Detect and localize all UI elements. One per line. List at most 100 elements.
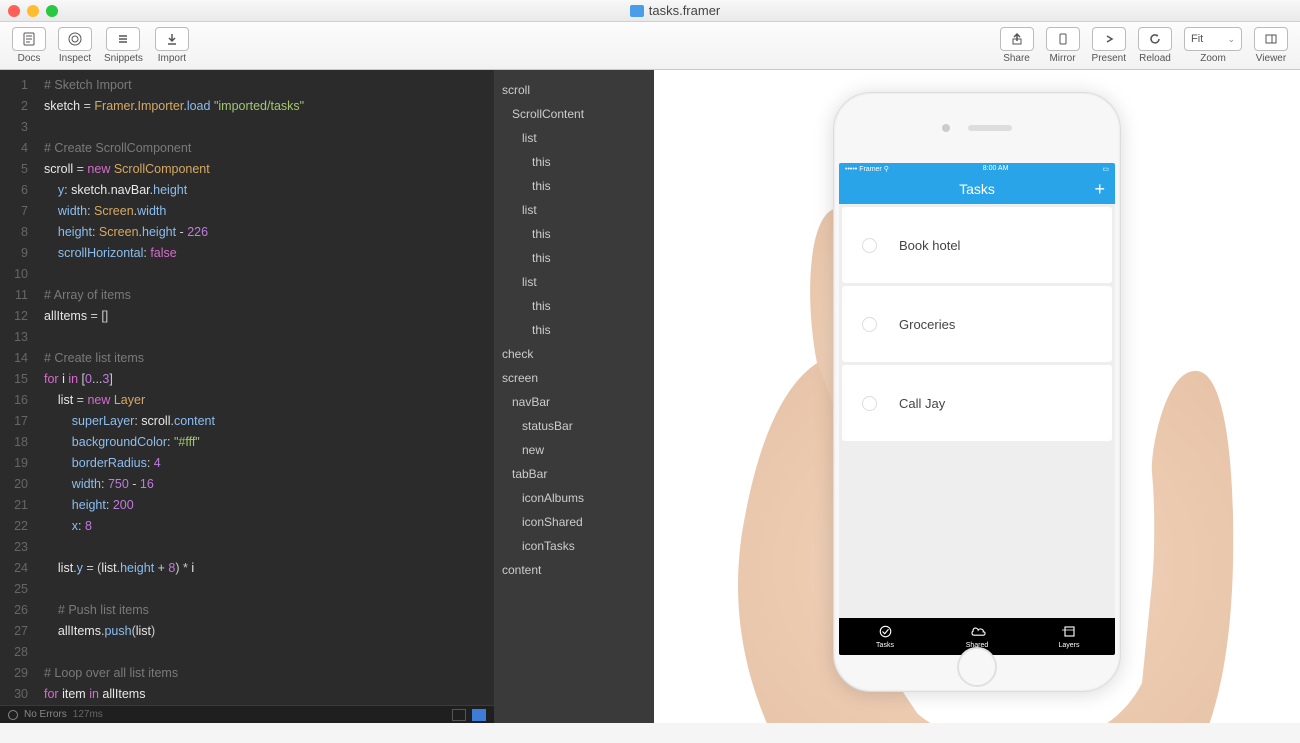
task-title: Book hotel <box>899 238 960 253</box>
layer-item[interactable]: this <box>494 174 654 198</box>
code-line[interactable]: height: Screen.height - 226 <box>44 222 494 243</box>
code-editor[interactable]: 1234567891011121314151617181920212223242… <box>0 70 494 723</box>
layer-item[interactable]: iconShared <box>494 510 654 534</box>
code-line[interactable]: # Array of items <box>44 285 494 306</box>
code-line[interactable] <box>44 264 494 285</box>
chevron-down-icon: ⌄ <box>1227 34 1235 45</box>
code-line[interactable]: scrollHorizontal: false <box>44 243 494 264</box>
inspect-button[interactable]: Inspect <box>58 27 92 64</box>
code-line[interactable]: for item in allItems <box>44 684 494 705</box>
code-line[interactable] <box>44 117 494 138</box>
line-number: 3 <box>0 117 28 138</box>
layer-item[interactable]: this <box>494 222 654 246</box>
layer-panel[interactable]: scrollScrollContentlistthisthislistthist… <box>494 70 654 723</box>
close-window-button[interactable] <box>8 5 20 17</box>
code-line[interactable]: allItems.push(list) <box>44 621 494 642</box>
code-line[interactable] <box>44 579 494 600</box>
toolbar-label: Docs <box>18 53 41 64</box>
layer-item[interactable]: this <box>494 294 654 318</box>
layer-item[interactable]: navBar <box>494 390 654 414</box>
tab-tasks[interactable]: Tasks <box>839 618 931 655</box>
code-line[interactable]: width: Screen.width <box>44 201 494 222</box>
layer-item[interactable]: iconTasks <box>494 534 654 558</box>
layer-item[interactable]: screen <box>494 366 654 390</box>
phone-statusbar: ••••• Framer ⚲ 8:00 AM ▭ <box>839 163 1115 174</box>
home-button[interactable] <box>957 647 997 687</box>
snippets-button[interactable]: Snippets <box>104 27 143 64</box>
task-card[interactable]: Call Jay <box>842 365 1112 441</box>
layer-item[interactable]: list <box>494 198 654 222</box>
code-line[interactable]: backgroundColor: "#fff" <box>44 432 494 453</box>
layer-item[interactable]: new <box>494 438 654 462</box>
code-line[interactable]: y: sketch.navBar.height <box>44 180 494 201</box>
zoom-button[interactable]: Fit⌄Zoom <box>1184 27 1242 64</box>
tab-label: Layers <box>1058 642 1079 649</box>
task-card[interactable]: Groceries <box>842 286 1112 362</box>
layer-item[interactable]: this <box>494 246 654 270</box>
import-icon <box>155 27 189 51</box>
phone-screen[interactable]: ••••• Framer ⚲ 8:00 AM ▭ Tasks + Book ho… <box>839 163 1115 655</box>
status-ok-icon <box>8 710 18 720</box>
line-number: 1 <box>0 75 28 96</box>
toolbar-label: Reload <box>1139 53 1171 64</box>
tasks-icon <box>877 624 894 639</box>
task-checkbox[interactable] <box>862 317 877 332</box>
reload-button[interactable]: Reload <box>1138 27 1172 64</box>
carrier: ••••• Framer ⚲ <box>845 165 889 173</box>
line-number: 26 <box>0 600 28 621</box>
layer-item[interactable]: tabBar <box>494 462 654 486</box>
toolbar-label: Share <box>1003 53 1030 64</box>
layer-item[interactable]: statusBar <box>494 414 654 438</box>
import-button[interactable]: Import <box>155 27 189 64</box>
docs-button[interactable]: Docs <box>12 27 46 64</box>
mirror-button[interactable]: Mirror <box>1046 27 1080 64</box>
code-line[interactable]: scroll = new ScrollComponent <box>44 159 494 180</box>
code-line[interactable]: allItems = [] <box>44 306 494 327</box>
share-button[interactable]: Share <box>1000 27 1034 64</box>
viewer-button[interactable]: Viewer <box>1254 27 1288 64</box>
code-line[interactable]: superLayer: scroll.content <box>44 411 494 432</box>
line-number: 25 <box>0 579 28 600</box>
task-card[interactable]: Book hotel <box>842 207 1112 283</box>
toolbar-label: Import <box>158 53 186 64</box>
status-text: No Errors <box>24 704 67 725</box>
layer-item[interactable]: check <box>494 342 654 366</box>
tab-layers[interactable]: Layers <box>1023 618 1115 655</box>
layer-item[interactable]: content <box>494 558 654 582</box>
layer-item[interactable]: list <box>494 270 654 294</box>
code-line[interactable]: list = new Layer <box>44 390 494 411</box>
present-button[interactable]: Present <box>1092 27 1126 64</box>
layer-item[interactable]: scroll <box>494 78 654 102</box>
phone-camera <box>942 124 950 132</box>
layer-item[interactable]: list <box>494 126 654 150</box>
layer-item[interactable]: iconAlbums <box>494 486 654 510</box>
layer-item[interactable]: ScrollContent <box>494 102 654 126</box>
code-line[interactable]: # Sketch Import <box>44 75 494 96</box>
share-icon <box>1000 27 1034 51</box>
code-line[interactable]: list.y = (list.height + 8) * i <box>44 558 494 579</box>
code-line[interactable] <box>44 327 494 348</box>
task-title: Call Jay <box>899 396 945 411</box>
console-toggle-icon[interactable] <box>452 709 466 721</box>
code-line[interactable]: borderRadius: 4 <box>44 453 494 474</box>
task-checkbox[interactable] <box>862 396 877 411</box>
code-line[interactable]: # Create list items <box>44 348 494 369</box>
code-line[interactable]: for i in [0...3] <box>44 369 494 390</box>
code-line[interactable]: height: 200 <box>44 495 494 516</box>
code-line[interactable]: # Push list items <box>44 600 494 621</box>
code-line[interactable]: sketch = Framer.Importer.load "imported/… <box>44 96 494 117</box>
task-checkbox[interactable] <box>862 238 877 253</box>
code-line[interactable]: # Loop over all list items <box>44 663 494 684</box>
code-line[interactable]: x: 8 <box>44 516 494 537</box>
code-line[interactable] <box>44 642 494 663</box>
add-task-button[interactable]: + <box>1094 179 1105 200</box>
layer-item[interactable]: this <box>494 318 654 342</box>
minimize-window-button[interactable] <box>27 5 39 17</box>
fullscreen-window-button[interactable] <box>46 5 58 17</box>
code-line[interactable] <box>44 537 494 558</box>
layer-item[interactable]: this <box>494 150 654 174</box>
code-line[interactable]: width: 750 - 16 <box>44 474 494 495</box>
code-line[interactable]: # Create ScrollComponent <box>44 138 494 159</box>
layout-toggle-icon[interactable] <box>472 709 486 721</box>
tab-label: Tasks <box>876 642 894 649</box>
